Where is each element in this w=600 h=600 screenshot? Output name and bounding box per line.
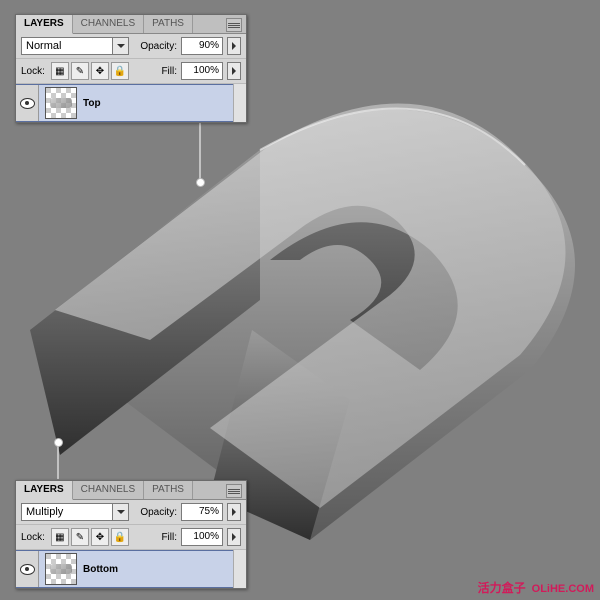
- scrollbar[interactable]: [233, 550, 246, 588]
- layer-row[interactable]: Top: [16, 84, 246, 122]
- lock-transparency-icon[interactable]: ▦: [51, 62, 69, 80]
- eye-icon: [20, 98, 35, 109]
- watermark: 活力盒子 OLiHE.COM: [478, 579, 594, 596]
- lock-position-icon[interactable]: ✥: [91, 62, 109, 80]
- panel-menu-icon[interactable]: [226, 484, 242, 498]
- panel-menu-icon[interactable]: [226, 18, 242, 32]
- fill-flyout-button[interactable]: [227, 62, 241, 80]
- lock-pixels-icon[interactable]: ✎: [71, 62, 89, 80]
- lock-pixels-icon[interactable]: ✎: [71, 528, 89, 546]
- layer-thumbnail[interactable]: [45, 87, 77, 119]
- blend-mode-value: Normal: [26, 40, 61, 52]
- blend-mode-select[interactable]: Multiply: [21, 503, 129, 521]
- layers-panel-top: LAYERS CHANNELS PATHS Normal Opacity: 90…: [15, 14, 247, 123]
- tab-channels[interactable]: CHANNELS: [73, 15, 144, 33]
- opacity-label: Opacity:: [140, 41, 177, 52]
- visibility-toggle[interactable]: [16, 551, 39, 587]
- watermark-cn: 活力盒子: [478, 579, 526, 596]
- tab-layers[interactable]: LAYERS: [16, 15, 73, 34]
- scrollbar[interactable]: [233, 84, 246, 122]
- opacity-flyout-button[interactable]: [227, 503, 241, 521]
- tab-paths[interactable]: PATHS: [144, 481, 193, 499]
- lock-all-icon[interactable]: 🔒: [111, 62, 129, 80]
- blend-mode-value: Multiply: [26, 506, 63, 518]
- opacity-input[interactable]: 75%: [181, 503, 223, 521]
- visibility-toggle[interactable]: [16, 85, 39, 121]
- layer-thumbnail[interactable]: [45, 553, 77, 585]
- lock-position-icon[interactable]: ✥: [91, 528, 109, 546]
- opacity-input[interactable]: 90%: [181, 37, 223, 55]
- lock-label: Lock:: [21, 532, 45, 543]
- tab-paths[interactable]: PATHS: [144, 15, 193, 33]
- blend-mode-select[interactable]: Normal: [21, 37, 129, 55]
- opacity-label: Opacity:: [140, 507, 177, 518]
- tab-channels[interactable]: CHANNELS: [73, 481, 144, 499]
- eye-icon: [20, 564, 35, 575]
- fill-flyout-button[interactable]: [227, 528, 241, 546]
- layer-name[interactable]: Bottom: [83, 564, 118, 575]
- lock-transparency-icon[interactable]: ▦: [51, 528, 69, 546]
- chevron-down-icon: [112, 504, 128, 520]
- opacity-flyout-button[interactable]: [227, 37, 241, 55]
- fill-input[interactable]: 100%: [181, 528, 223, 546]
- layer-name[interactable]: Top: [83, 98, 101, 109]
- layer-row[interactable]: Bottom: [16, 550, 246, 588]
- layer-list: Bottom: [16, 550, 246, 588]
- watermark-en: OLiHE.COM: [532, 583, 594, 595]
- layer-list: Top: [16, 84, 246, 122]
- lock-label: Lock:: [21, 66, 45, 77]
- lock-all-icon[interactable]: 🔒: [111, 528, 129, 546]
- tab-layers[interactable]: LAYERS: [16, 481, 73, 500]
- fill-label: Fill:: [161, 532, 177, 543]
- chevron-down-icon: [112, 38, 128, 54]
- layers-panel-bottom: LAYERS CHANNELS PATHS Multiply Opacity: …: [15, 480, 247, 589]
- fill-input[interactable]: 100%: [181, 62, 223, 80]
- fill-label: Fill:: [161, 66, 177, 77]
